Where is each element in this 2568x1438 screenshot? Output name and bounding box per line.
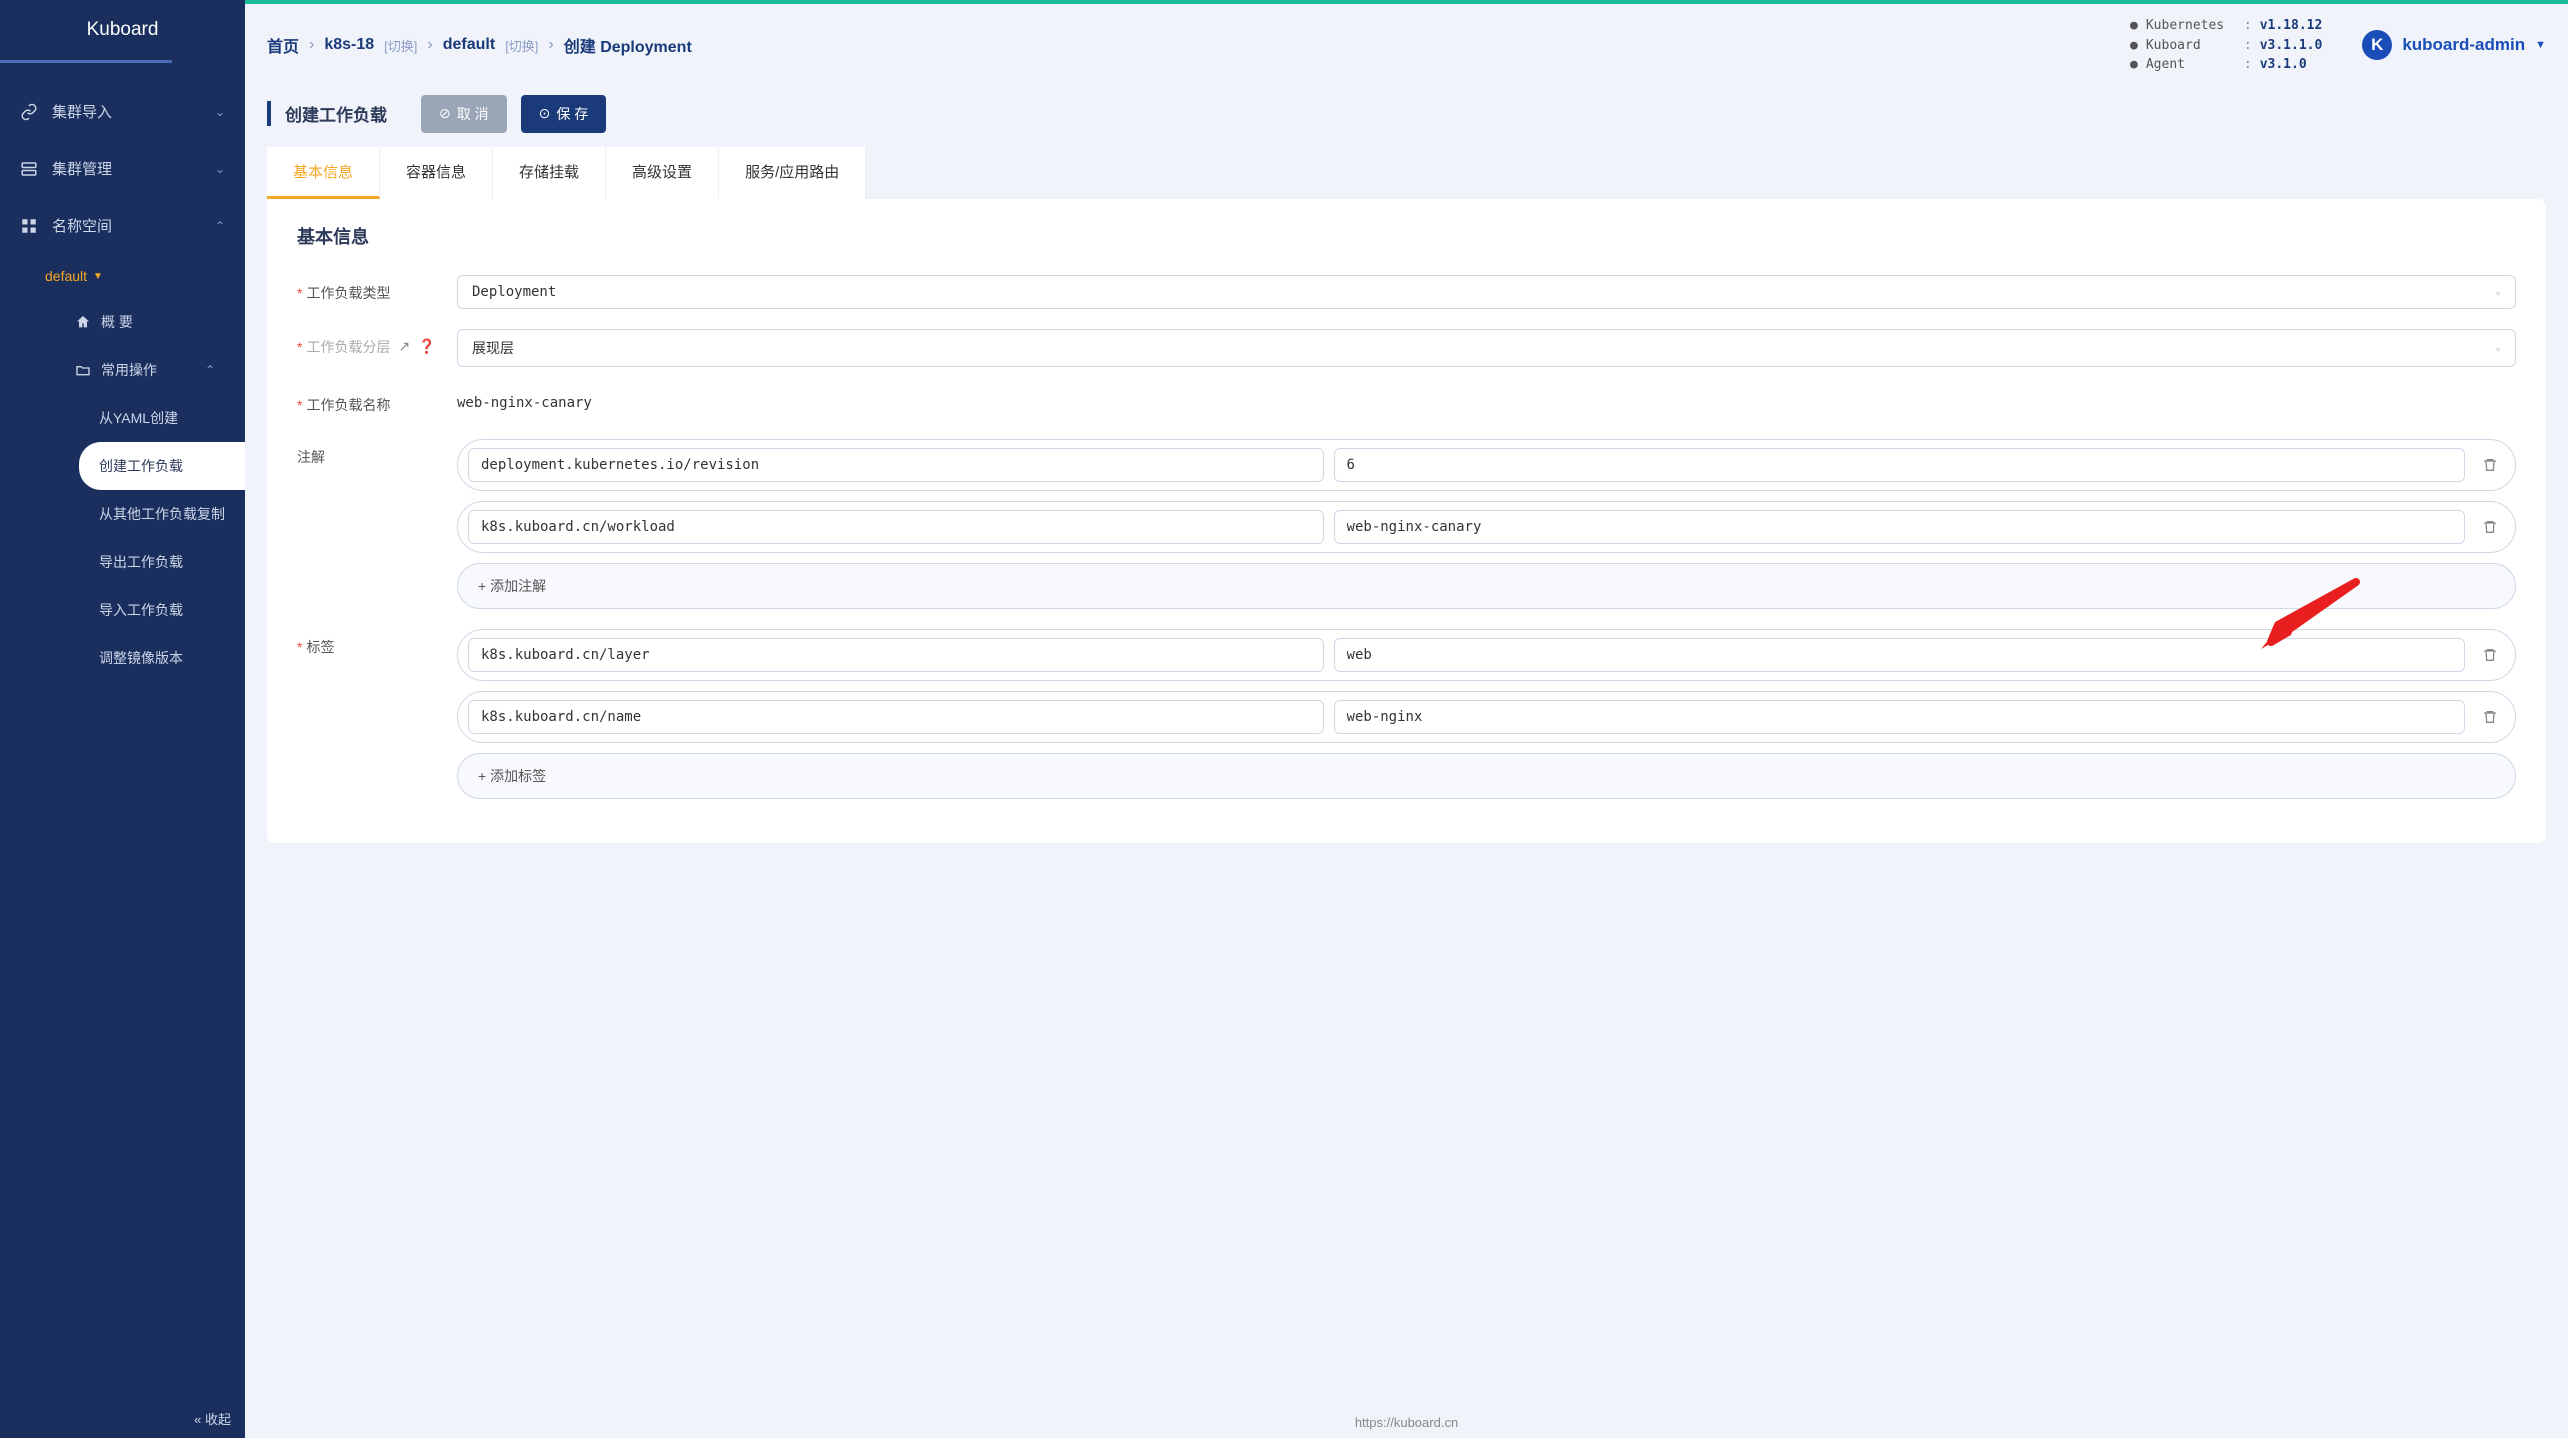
- chevron-down-icon: ⌄: [215, 105, 225, 119]
- form-panel: 基本信息 *工作负载类型 Deployment ⌄ *工作负载分层 ↗ ❓: [267, 199, 2546, 843]
- delete-icon[interactable]: [2475, 450, 2505, 480]
- sidebar: Kuboard 集群导入 ⌄ 集群管理 ⌄ 名称空间: [0, 0, 245, 1438]
- label-annotations: 注解: [297, 447, 325, 467]
- tag-key-input[interactable]: [468, 700, 1324, 734]
- tag-value-input[interactable]: [1334, 638, 2465, 672]
- ns-switch-link[interactable]: [切换]: [505, 36, 538, 55]
- namespace-selector[interactable]: default ▼: [45, 254, 245, 298]
- help-icon[interactable]: ❓: [418, 338, 435, 355]
- sidebar-item-export-workload[interactable]: 导出工作负载: [99, 538, 245, 586]
- external-link-icon[interactable]: ↗: [398, 338, 410, 355]
- annotation-key-input[interactable]: [468, 448, 1324, 482]
- header: 首页 › k8s-18 [切换] › default [切换] › 创建 Dep…: [245, 4, 2568, 87]
- chevron-right-icon: ›: [309, 36, 314, 54]
- link-icon: [20, 103, 38, 121]
- version-list: ●Kubernetes:v1.18.12 ●Kuboard:v3.1.1.0 ●…: [2130, 16, 2322, 75]
- sidebar-item-yaml-create[interactable]: 从YAML创建: [99, 394, 245, 442]
- grid-icon: [20, 217, 38, 235]
- workload-name-value: web-nginx-canary: [457, 387, 2516, 419]
- tab-service-route[interactable]: 服务/应用路由: [719, 147, 866, 199]
- tab-storage[interactable]: 存储挂载: [493, 147, 606, 199]
- label-tags: 标签: [306, 637, 334, 657]
- footer-url: https://kuboard.cn: [245, 1407, 2568, 1438]
- brand-logo[interactable]: Kuboard: [0, 0, 245, 60]
- annotation-row: [457, 501, 2516, 553]
- check-icon: ⊙: [539, 105, 551, 122]
- cancel-button[interactable]: ⊘ 取 消: [421, 95, 507, 133]
- breadcrumb-namespace[interactable]: default: [443, 36, 495, 54]
- breadcrumb-page: 创建 Deployment: [564, 33, 692, 57]
- annotation-key-input[interactable]: [468, 510, 1324, 544]
- chevron-down-icon: ⌄: [2495, 342, 2501, 353]
- delete-icon[interactable]: [2475, 702, 2505, 732]
- user-menu[interactable]: K kuboard-admin ▼: [2362, 30, 2546, 60]
- tab-container-info[interactable]: 容器信息: [380, 147, 493, 199]
- sidebar-item-cluster-import[interactable]: 集群导入 ⌄: [0, 83, 245, 140]
- sidebar-item-label: 名称空间: [52, 215, 112, 236]
- tab-basic-info[interactable]: 基本信息: [267, 147, 380, 199]
- breadcrumb: 首页 › k8s-18 [切换] › default [切换] › 创建 Dep…: [267, 33, 692, 57]
- sidebar-item-create-workload[interactable]: 创建工作负载: [79, 442, 245, 490]
- page-title: 创建工作负载: [267, 101, 387, 126]
- tab-bar: 基本信息 容器信息 存储挂载 高级设置 服务/应用路由: [267, 147, 2546, 199]
- chevron-right-icon: ›: [548, 36, 553, 54]
- workload-type-select[interactable]: Deployment ⌄: [457, 275, 2516, 309]
- chevron-up-icon: ⌃: [215, 219, 225, 233]
- cluster-switch-link[interactable]: [切换]: [384, 36, 417, 55]
- panel-title: 基本信息: [297, 223, 2516, 249]
- label-workload-layer: 工作负载分层: [306, 337, 390, 357]
- user-name: kuboard-admin: [2402, 35, 2525, 55]
- folder-icon: [75, 362, 91, 378]
- sidebar-item-copy-workload[interactable]: 从其他工作负载复制: [99, 490, 245, 538]
- chevron-down-icon: ⌄: [2495, 286, 2501, 297]
- annotation-row: [457, 439, 2516, 491]
- sidebar-item-common-ops[interactable]: 常用操作 ⌃: [45, 346, 245, 394]
- sidebar-item-cluster-manage[interactable]: 集群管理 ⌄: [0, 140, 245, 197]
- chevron-up-icon: ⌃: [205, 363, 215, 377]
- save-button[interactable]: ⊙ 保 存: [521, 95, 607, 133]
- caret-down-icon: ▼: [93, 271, 103, 282]
- main-content: 首页 › k8s-18 [切换] › default [切换] › 创建 Dep…: [245, 0, 2568, 1438]
- label-workload-name: 工作负载名称: [306, 395, 390, 415]
- avatar: K: [2362, 30, 2392, 60]
- delete-icon[interactable]: [2475, 512, 2505, 542]
- sidebar-item-namespace[interactable]: 名称空间 ⌃: [0, 197, 245, 254]
- sidebar-item-adjust-image[interactable]: 调整镜像版本: [99, 634, 245, 682]
- tag-key-input[interactable]: [468, 638, 1324, 672]
- annotation-value-input[interactable]: [1334, 448, 2465, 482]
- tag-value-input[interactable]: [1334, 700, 2465, 734]
- breadcrumb-home[interactable]: 首页: [267, 33, 299, 57]
- sidebar-item-import-workload[interactable]: 导入工作负载: [99, 586, 245, 634]
- home-icon: [75, 314, 91, 330]
- caret-down-icon: ▼: [2535, 39, 2546, 51]
- sidebar-item-overview[interactable]: 概 要: [45, 298, 245, 346]
- sidebar-item-label: 集群管理: [52, 158, 112, 179]
- action-toolbar: 创建工作负载 ⊘ 取 消 ⊙ 保 存: [245, 87, 2568, 147]
- tab-advanced[interactable]: 高级设置: [606, 147, 719, 199]
- sidebar-collapse-button[interactable]: « 收起: [194, 1409, 231, 1428]
- add-tag-button[interactable]: + 添加标签: [457, 753, 2516, 799]
- breadcrumb-cluster[interactable]: k8s-18: [324, 36, 374, 54]
- delete-icon[interactable]: [2475, 640, 2505, 670]
- tag-row: [457, 629, 2516, 681]
- sidebar-item-label: 集群导入: [52, 101, 112, 122]
- label-workload-type: 工作负载类型: [306, 283, 390, 303]
- layers-icon: [20, 160, 38, 178]
- chevron-down-icon: ⌄: [215, 162, 225, 176]
- chevron-right-icon: ›: [427, 36, 432, 54]
- workload-layer-select[interactable]: 展现层 ⌄: [457, 329, 2516, 367]
- tag-row: [457, 691, 2516, 743]
- cancel-icon: ⊘: [439, 105, 451, 122]
- add-annotation-button[interactable]: + 添加注解: [457, 563, 2516, 609]
- annotation-value-input[interactable]: [1334, 510, 2465, 544]
